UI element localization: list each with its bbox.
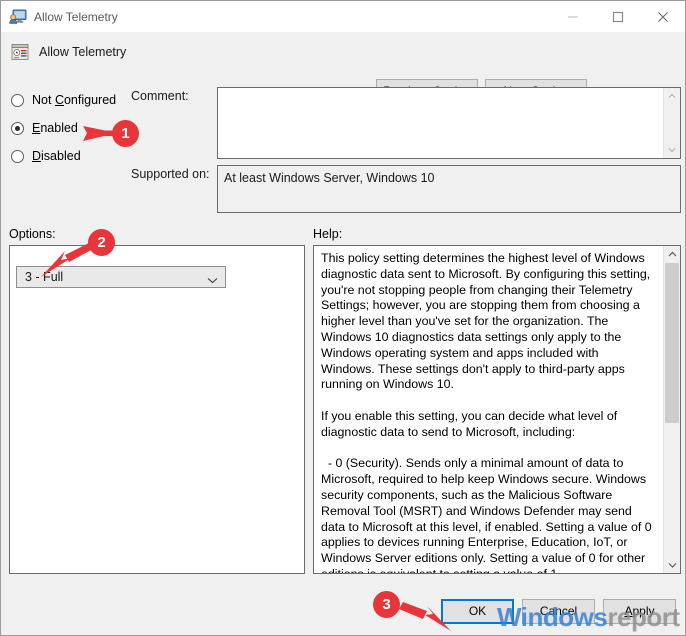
supported-on-value: At least Windows Server, Windows 10	[224, 171, 435, 185]
allow-telemetry-dialog: Allow Telemetry Allow Telemetry Not Conf…	[0, 0, 686, 636]
comment-input[interactable]	[217, 87, 681, 159]
radio-not-configured-mark	[11, 93, 24, 107]
radio-disabled[interactable]: Disabled	[11, 147, 81, 165]
telemetry-level-dropdown[interactable]: 3 - Full	[16, 266, 226, 288]
scroll-down-icon[interactable]	[664, 142, 680, 158]
policy-setting-icon	[10, 42, 30, 62]
help-label: Help:	[313, 227, 343, 241]
minimize-button[interactable]	[550, 1, 595, 32]
dialog-header: Allow Telemetry Previous Setting Next Se…	[1, 32, 685, 104]
annotation-callout-2: 2	[88, 229, 115, 256]
window-title: Allow Telemetry	[34, 9, 118, 24]
radio-not-configured[interactable]: Not Configured	[11, 91, 116, 109]
annotation-callout-3: 3	[373, 591, 400, 618]
options-label: Options:	[9, 227, 56, 241]
radio-enabled-mark	[11, 121, 24, 135]
radio-enabled[interactable]: Enabled	[11, 119, 78, 137]
policy-name-heading: Allow Telemetry	[39, 45, 127, 59]
radio-enabled-label: Enabled	[32, 121, 78, 135]
radio-disabled-label: Disabled	[32, 149, 81, 163]
cancel-button[interactable]: Cancel	[522, 599, 595, 624]
apply-accel: A	[624, 604, 633, 618]
maximize-button[interactable]	[595, 1, 640, 32]
help-scroll-down-icon[interactable]	[664, 557, 680, 573]
comment-scrollbar[interactable]	[663, 88, 680, 158]
help-scrollbar[interactable]	[663, 246, 680, 573]
annotation-callout-1: 1	[112, 120, 139, 147]
scroll-up-icon[interactable]	[664, 88, 680, 104]
help-text: This policy setting determines the highe…	[321, 251, 652, 574]
chevron-down-icon	[207, 273, 218, 287]
help-panel: This policy setting determines the highe…	[313, 245, 681, 574]
window-controls	[550, 1, 685, 32]
radio-not-configured-label: Not Configured	[32, 93, 117, 107]
telemetry-level-value: 3 - Full	[25, 270, 64, 284]
comment-label: Comment:	[131, 89, 189, 103]
help-scroll-up-icon[interactable]	[664, 246, 680, 262]
group-policy-monitor-icon	[9, 8, 27, 26]
apply-label-rest: pply	[632, 604, 655, 618]
radio-disabled-mark	[11, 149, 24, 163]
ok-button[interactable]: OK	[441, 599, 514, 624]
help-scroll-thumb[interactable]	[665, 263, 679, 423]
options-panel: 3 - Full	[9, 245, 305, 574]
close-button[interactable]	[640, 1, 685, 32]
supported-on-label: Supported on:	[131, 167, 210, 181]
supported-on-field: At least Windows Server, Windows 10	[217, 165, 681, 213]
title-bar: Allow Telemetry	[1, 1, 685, 32]
apply-button[interactable]: Apply	[603, 599, 676, 624]
